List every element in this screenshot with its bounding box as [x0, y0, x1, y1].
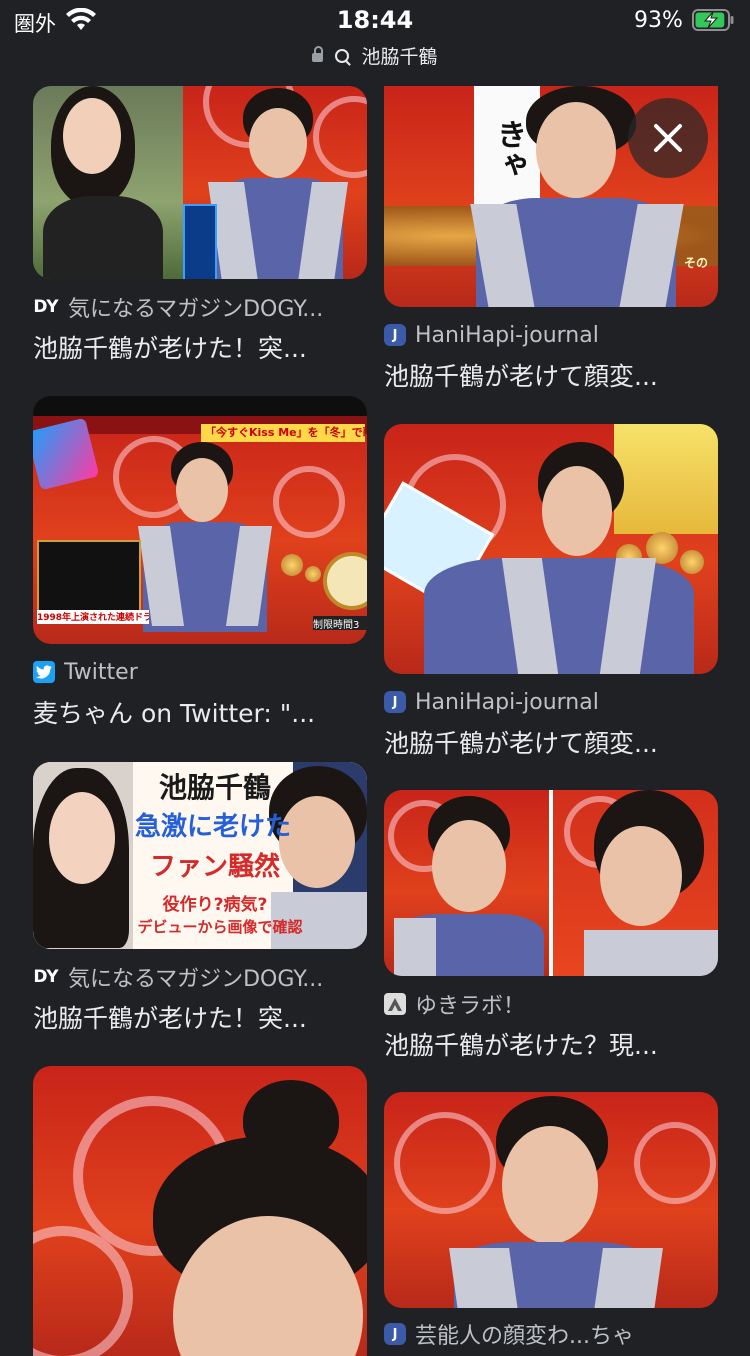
result-card[interactable]: ゆきラボ！ 池脇千鶴が老けた？現... [384, 790, 718, 1062]
result-card[interactable]: 池脇千鶴 急激に老けた ファン騒然 役作り?病気? デビューから画像で確認 DY… [33, 762, 367, 1035]
result-source: DY 気になるマガジンDOGY... [33, 293, 367, 322]
tv-timer: 制限時間3 [313, 616, 367, 630]
journal-favicon-icon: J [384, 324, 406, 346]
address-bar[interactable]: 池脇千鶴 [0, 42, 750, 70]
journal-favicon-icon: J [384, 1323, 406, 1345]
thumb-line-text: デビューから画像で確認 [137, 918, 303, 936]
source-name: 気になるマガジンDOGY... [68, 297, 324, 322]
source-name: HaniHapi-journal [415, 689, 599, 715]
source-name: HaniHapi-journal [415, 322, 599, 348]
thumb-line-text: 役作り?病気? [162, 895, 268, 915]
source-name: 芸能人の顔変わ...ちゃ [415, 1324, 634, 1349]
thumb-line-text: ファン騒然 [149, 852, 280, 882]
dogy-favicon-icon: DY [33, 967, 59, 987]
result-thumbnail[interactable]: 「今すぐKiss Me」を「冬」で歌ってい 1998年上演された連続ドラマシート… [33, 396, 367, 644]
search-icon [335, 48, 350, 63]
battery-percent: 93% [634, 8, 683, 33]
twitter-bird-icon [33, 661, 55, 683]
battery-charging-icon [692, 9, 734, 31]
result-source: J 芸能人の顔変わ...ちゃ [384, 1320, 718, 1349]
yukilabo-favicon-icon [384, 993, 406, 1015]
source-name: ゆきラボ！ [415, 994, 526, 1019]
search-query: 池脇千鶴 [361, 46, 438, 68]
journal-favicon-icon: J [384, 691, 406, 713]
result-thumbnail[interactable] [384, 1092, 718, 1308]
result-card[interactable]: J 芸能人の顔変わ...ちゃ [384, 1092, 718, 1349]
close-button[interactable] [628, 98, 708, 178]
result-source: DY 気になるマガジンDOGY... [33, 963, 367, 992]
stage-text: その [684, 256, 709, 270]
result-title[interactable]: 麦ちゃん on Twitter: "... [33, 694, 367, 730]
result-thumbnail[interactable] [384, 790, 718, 976]
dogy-favicon-icon: DY [33, 297, 59, 317]
result-source: J HaniHapi-journal [384, 321, 718, 349]
result-source: ゆきラボ！ [384, 990, 718, 1019]
result-thumbnail[interactable]: 池脇千鶴 急激に老けた ファン騒然 役作り?病気? デビューから画像で確認 [33, 762, 367, 949]
thumb-title-text: 池脇千鶴 [158, 771, 271, 804]
result-source: J HaniHapi-journal [384, 688, 718, 716]
result-card[interactable]: J HaniHapi-journal 池脇千鶴が老けて顔変... [384, 424, 718, 760]
source-name: 気になるマガジンDOGY... [68, 967, 324, 992]
result-card[interactable]: 「今すぐKiss Me」を「冬」で歌ってい 1998年上演された連続ドラマシート… [33, 396, 367, 730]
result-source: Twitter [33, 658, 367, 686]
tv-caption: 1998年上演された連続ドラマシート [37, 610, 149, 624]
result-thumbnail[interactable] [384, 424, 718, 674]
result-card[interactable]: DY 気になるマガジンDOGY... 池脇千鶴が老けた！突... [33, 86, 367, 365]
lock-icon [312, 46, 324, 62]
source-name: Twitter [64, 659, 138, 685]
result-title[interactable]: 池脇千鶴が老けた！突... [33, 329, 367, 365]
status-bar: 圏外 18:44 93% [0, 0, 750, 44]
result-thumbnail[interactable] [33, 1066, 367, 1356]
close-icon [654, 124, 682, 152]
result-title[interactable]: 池脇千鶴が老けて顔変... [384, 724, 718, 760]
result-title[interactable]: 池脇千鶴が老けた？現... [384, 1026, 718, 1062]
result-title[interactable]: 池脇千鶴が老けて顔変... [384, 357, 718, 393]
result-thumbnail[interactable] [33, 86, 367, 279]
result-card[interactable] [33, 1066, 367, 1356]
sign-board: きゃ [474, 86, 540, 212]
result-title[interactable]: 池脇千鶴が老けた！突... [33, 999, 367, 1035]
thumb-line-text: 急激に老けた [134, 812, 291, 842]
tv-banner: 「今すぐKiss Me」を「冬」で歌ってい [201, 424, 365, 442]
